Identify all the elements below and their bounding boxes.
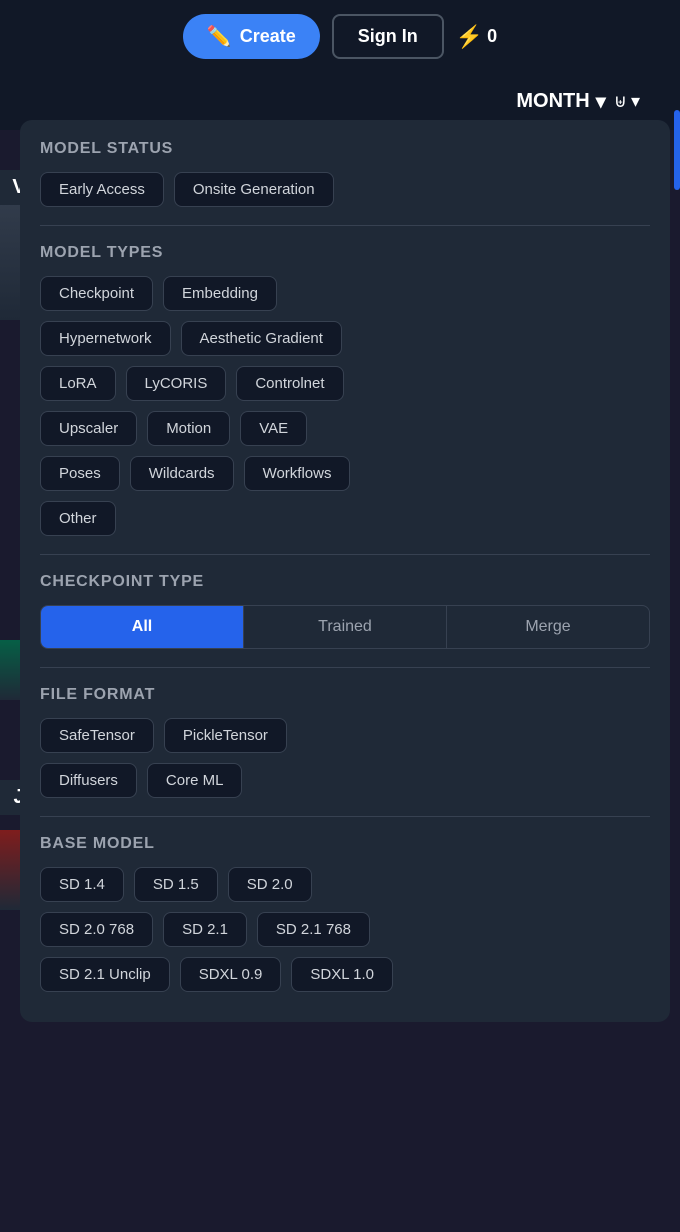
chevron-down-icon: ▾ — [596, 89, 606, 114]
checkpoint-type-label: Checkpoint type — [40, 573, 650, 591]
file-format-row-2: Diffusers Core ML — [40, 763, 650, 798]
model-type-row-3: LoRA LyCORIS Controlnet — [40, 366, 650, 401]
base-model-row-3: SD 2.1 Unclip SDXL 0.9 SDXL 1.0 — [40, 957, 650, 992]
chip-sd15[interactable]: SD 1.5 — [134, 867, 218, 902]
scrollbar-indicator — [674, 110, 680, 190]
chip-sd20[interactable]: SD 2.0 — [228, 867, 312, 902]
chip-upscaler[interactable]: Upscaler — [40, 411, 137, 446]
chip-sd21[interactable]: SD 2.1 — [163, 912, 247, 947]
divider-2 — [40, 554, 650, 555]
model-type-row-4: Upscaler Motion VAE — [40, 411, 650, 446]
divider-4 — [40, 816, 650, 817]
checkpoint-type-selector: All Trained Merge — [40, 605, 650, 649]
lightning-count: 0 — [487, 26, 497, 47]
filter-dropdown-icon: ▾ — [631, 91, 640, 112]
divider-1 — [40, 225, 650, 226]
model-type-row-2: Hypernetwork Aesthetic Gradient — [40, 321, 650, 356]
file-format-row-1: SafeTensor PickleTensor — [40, 718, 650, 753]
chip-motion[interactable]: Motion — [147, 411, 230, 446]
chip-sdxl10[interactable]: SDXL 1.0 — [291, 957, 393, 992]
month-selector[interactable]: MONTH ▾ — [516, 89, 605, 114]
chip-early-access[interactable]: Early Access — [40, 172, 164, 207]
base-model-label: Base model — [40, 835, 650, 853]
filter-button[interactable]: ⊎ ▾ — [614, 91, 640, 112]
checkpoint-type-merge[interactable]: Merge — [447, 606, 649, 648]
lightning-icon: ⚡ — [456, 24, 483, 50]
header: ✏️ Create Sign In ⚡ 0 — [0, 0, 680, 73]
model-status-chips: Early Access Onsite Generation — [40, 172, 650, 207]
chip-sdxl09[interactable]: SDXL 0.9 — [180, 957, 282, 992]
create-button[interactable]: ✏️ Create — [183, 14, 320, 59]
chip-checkpoint[interactable]: Checkpoint — [40, 276, 153, 311]
chip-other[interactable]: Other — [40, 501, 116, 536]
model-type-row-6: Other — [40, 501, 650, 536]
chip-sd21unclip[interactable]: SD 2.1 Unclip — [40, 957, 170, 992]
chip-sd21768[interactable]: SD 2.1 768 — [257, 912, 370, 947]
chip-diffusers[interactable]: Diffusers — [40, 763, 137, 798]
checkpoint-type-trained[interactable]: Trained — [244, 606, 447, 648]
chip-hypernetwork[interactable]: Hypernetwork — [40, 321, 171, 356]
lightning-badge: ⚡ 0 — [456, 24, 497, 50]
checkpoint-type-all[interactable]: All — [41, 606, 244, 648]
base-model-row-2: SD 2.0 768 SD 2.1 SD 2.1 768 — [40, 912, 650, 947]
file-format-label: File format — [40, 686, 650, 704]
chip-controlnet[interactable]: Controlnet — [236, 366, 343, 401]
chip-workflows[interactable]: Workflows — [244, 456, 351, 491]
rocket-icon: ✏️ — [207, 24, 232, 49]
chip-poses[interactable]: Poses — [40, 456, 120, 491]
filter-panel: Model status Early Access Onsite Generat… — [20, 120, 670, 1022]
chip-aesthetic-gradient[interactable]: Aesthetic Gradient — [181, 321, 342, 356]
chip-lycoris[interactable]: LyCORIS — [126, 366, 227, 401]
create-label: Create — [240, 26, 296, 47]
chip-wildcards[interactable]: Wildcards — [130, 456, 234, 491]
chip-embedding[interactable]: Embedding — [163, 276, 277, 311]
model-types-label: Model types — [40, 244, 650, 262]
chip-vae[interactable]: VAE — [240, 411, 307, 446]
signin-label: Sign In — [358, 26, 418, 46]
signin-button[interactable]: Sign In — [332, 14, 444, 59]
chip-sd14[interactable]: SD 1.4 — [40, 867, 124, 902]
divider-3 — [40, 667, 650, 668]
chip-onsite-generation[interactable]: Onsite Generation — [174, 172, 334, 207]
month-label: MONTH — [516, 90, 589, 113]
chip-lora[interactable]: LoRA — [40, 366, 116, 401]
filter-icon: ⊎ — [614, 91, 627, 112]
model-type-row-5: Poses Wildcards Workflows — [40, 456, 650, 491]
model-status-label: Model status — [40, 140, 650, 158]
base-model-row-1: SD 1.4 SD 1.5 SD 2.0 — [40, 867, 650, 902]
model-type-row-1: Checkpoint Embedding — [40, 276, 650, 311]
chip-safetensor[interactable]: SafeTensor — [40, 718, 154, 753]
chip-sd20768[interactable]: SD 2.0 768 — [40, 912, 153, 947]
chip-pickletensor[interactable]: PickleTensor — [164, 718, 287, 753]
chip-core-ml[interactable]: Core ML — [147, 763, 243, 798]
